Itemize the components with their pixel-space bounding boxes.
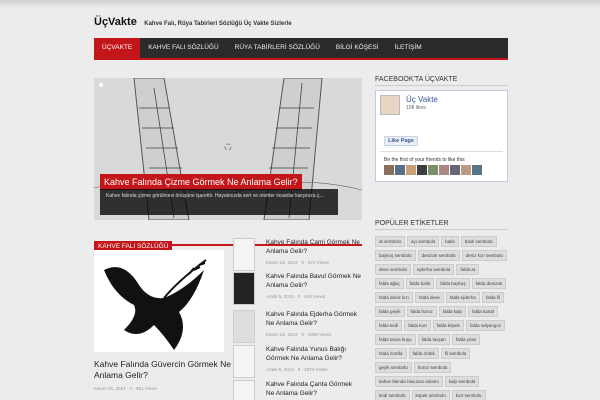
tag-link[interactable]: kedi sembolü bbox=[375, 390, 410, 400]
tag-link[interactable]: falda kurt bbox=[404, 320, 431, 331]
post-meta: Kasım 25, 2013 · 0 · 4990 Views bbox=[266, 332, 332, 337]
list-item[interactable]: Kahve Falında Bavul Görmek Ne Anlama Gel… bbox=[233, 272, 363, 312]
list-item[interactable]: Kahve Falında Yunus Balığı Görmek Ne Anl… bbox=[233, 345, 363, 385]
nav-item-bilgi-kosesi[interactable]: BİLGİ KÖŞESİ bbox=[328, 38, 387, 58]
avatar[interactable] bbox=[417, 165, 427, 175]
list-item[interactable]: Kahve Falında Çanta Görmek Ne Anlama Gel… bbox=[233, 380, 363, 400]
avatar[interactable] bbox=[450, 165, 460, 175]
slider-title[interactable]: Kahve Falında Çizme Görmek Ne Anlama Gel… bbox=[100, 174, 302, 190]
avatar[interactable] bbox=[461, 165, 471, 175]
loading-spinner-icon bbox=[224, 143, 232, 151]
tag-link[interactable]: geyik sembolü bbox=[375, 362, 412, 373]
tag-link[interactable]: balık sembolü bbox=[460, 236, 497, 247]
slider-excerpt: Kahve falında çizme görülmesi önüşüne iş… bbox=[100, 189, 338, 215]
avatar[interactable] bbox=[395, 165, 405, 175]
post-thumbnail[interactable] bbox=[233, 380, 255, 400]
tag-link[interactable]: falda deniz kızı bbox=[375, 292, 414, 303]
tag-link[interactable]: falda ağaç bbox=[375, 278, 404, 289]
post-thumbnail[interactable] bbox=[233, 238, 255, 271]
page-avatar[interactable] bbox=[380, 95, 400, 115]
post-thumbnail[interactable] bbox=[233, 310, 255, 343]
nav-item-ucvakte[interactable]: ÜÇVAKTE bbox=[94, 38, 141, 58]
tag-link[interactable]: baykuş sembolü bbox=[375, 250, 416, 261]
tag-link[interactable]: kurt sembolü bbox=[451, 390, 486, 400]
tag-link[interactable]: ayı sembolü bbox=[407, 236, 440, 247]
tag-link[interactable]: horoz sembolü bbox=[413, 362, 452, 373]
avatar[interactable] bbox=[472, 165, 482, 175]
tag-link[interactable]: falda deve bbox=[415, 292, 444, 303]
nav-item-ruya-tabirleri[interactable]: RÜYA TABİRLERİ SÖZLÜĞÜ bbox=[227, 38, 328, 58]
tag-link[interactable]: falda kedi bbox=[375, 320, 403, 331]
tag-link[interactable]: falda tavus kuşu bbox=[375, 334, 416, 345]
friend-avatars bbox=[384, 165, 482, 175]
avatar[interactable] bbox=[406, 165, 416, 175]
tag-link[interactable]: at sembolü bbox=[375, 236, 406, 247]
avatar[interactable] bbox=[384, 165, 394, 175]
page-like-count: 108 likes bbox=[406, 105, 426, 111]
tag-link[interactable]: falda baykuş bbox=[436, 278, 470, 289]
tag-link[interactable]: falda zürafa bbox=[375, 348, 407, 359]
top-shadow bbox=[0, 0, 600, 8]
post-meta: Aralık 5, 2013 · 0 · 449 Views bbox=[266, 294, 325, 299]
post-title[interactable]: Kahve Falında Yunus Balığı Görmek Ne Anl… bbox=[266, 345, 362, 363]
tag-link[interactable]: falda tavşan bbox=[417, 334, 450, 345]
post-title[interactable]: Kahve Falında Cami Görmek Ne Anlama Geli… bbox=[266, 238, 362, 256]
post-title[interactable]: Kahve Falında Çanta Görmek Ne Anlama Gel… bbox=[266, 380, 362, 398]
nav-item-iletisim[interactable]: İLETİŞİM bbox=[387, 38, 430, 58]
tag-link[interactable]: falda balık bbox=[405, 278, 435, 289]
post-meta: Aralık 5, 2013 · 0 · 2074 Views bbox=[266, 367, 328, 372]
like-page-button[interactable]: Like Page bbox=[384, 136, 418, 146]
tag-link[interactable]: falda köpek bbox=[432, 320, 464, 331]
tags-widget-title: POPÜLER ETİKETLER bbox=[375, 220, 508, 230]
tag-link[interactable]: fil sembolü bbox=[440, 348, 471, 359]
nav-item-kahve-fali[interactable]: KAHVE FALI SÖZLÜĞÜ bbox=[140, 38, 226, 58]
dove-illustration bbox=[104, 259, 207, 350]
site-header: ÜçVakte Kahve Falı, Rüya Tabirleri Sözlü… bbox=[94, 12, 514, 32]
tag-link[interactable]: kalp sembolü bbox=[444, 376, 480, 387]
post-title[interactable]: Kahve Falında Ejderha Görmek Ne Anlama G… bbox=[266, 310, 362, 328]
post-title[interactable]: Kahve Falında Bavul Görmek Ne Anlama Gel… bbox=[266, 272, 362, 290]
featured-post-image[interactable] bbox=[94, 250, 224, 352]
tag-link[interactable]: falda ejderha bbox=[445, 292, 480, 303]
tag-link[interactable]: denizatı sembolü bbox=[417, 250, 460, 261]
tag-link[interactable]: falda yılan bbox=[451, 334, 481, 345]
tag-link[interactable]: köpek sembolü bbox=[411, 390, 450, 400]
tag-link[interactable]: falda geyik bbox=[375, 306, 405, 317]
tag-link[interactable]: falda ördek bbox=[408, 348, 439, 359]
tag-link[interactable]: falda horoz bbox=[406, 306, 437, 317]
list-item[interactable]: Kahve Falında Ejderha Görmek Ne Anlama G… bbox=[233, 310, 363, 350]
tag-link[interactable]: falda denizatı bbox=[471, 278, 507, 289]
avatar[interactable] bbox=[439, 165, 449, 175]
tag-link[interactable]: falda at bbox=[456, 264, 480, 275]
divider bbox=[380, 151, 503, 152]
tag-link[interactable]: kahve falında havuzun anlamı bbox=[375, 376, 443, 387]
facebook-widget-title: FACEBOOK'TA ÜÇVAKTE bbox=[375, 76, 508, 86]
slider-pager-dot[interactable] bbox=[99, 83, 103, 87]
avatar[interactable] bbox=[428, 165, 438, 175]
featured-post-title[interactable]: Kahve Falında Güvercin Görmek Ne Anlama … bbox=[94, 359, 232, 381]
site-description: Kahve Falı, Rüya Tabirleri Sözlüğü Üç Va… bbox=[144, 21, 292, 27]
tag-link[interactable]: ejderha sembolü bbox=[413, 264, 455, 275]
main-nav: ÜÇVAKTE KAHVE FALI SÖZLÜĞÜ RÜYA TABİRLER… bbox=[94, 38, 508, 60]
featured-post-meta: Kasım 25, 2013 · 0 · 651 Views bbox=[94, 386, 157, 391]
post-meta: Kasım 25, 2013 · 0 · 574 Views bbox=[266, 260, 329, 265]
tag-link[interactable]: deniz kızı sembolü bbox=[461, 250, 507, 261]
tag-cloud: at sembolü ayı sembolü balık balık sembolü b… bbox=[375, 236, 508, 400]
facebook-widget: Üç Vakte 108 likes Like Page Be the firs… bbox=[375, 90, 508, 182]
friends-text: Be the first of your friends to like thi… bbox=[384, 157, 465, 163]
site-title[interactable]: ÜçVakte bbox=[94, 16, 137, 28]
tag-link[interactable]: falda salyangoz bbox=[465, 320, 506, 331]
tag-link[interactable]: falda kalp bbox=[438, 306, 467, 317]
tag-link[interactable]: falda kartal bbox=[468, 306, 499, 317]
page-name[interactable]: Üç Vakte bbox=[406, 95, 438, 104]
tag-link[interactable]: balık bbox=[441, 236, 459, 247]
tag-link[interactable]: deve sembolü bbox=[375, 264, 412, 275]
tag-link[interactable]: falda fil bbox=[481, 292, 505, 303]
post-thumbnail[interactable] bbox=[233, 345, 255, 378]
post-thumbnail[interactable] bbox=[233, 272, 255, 305]
